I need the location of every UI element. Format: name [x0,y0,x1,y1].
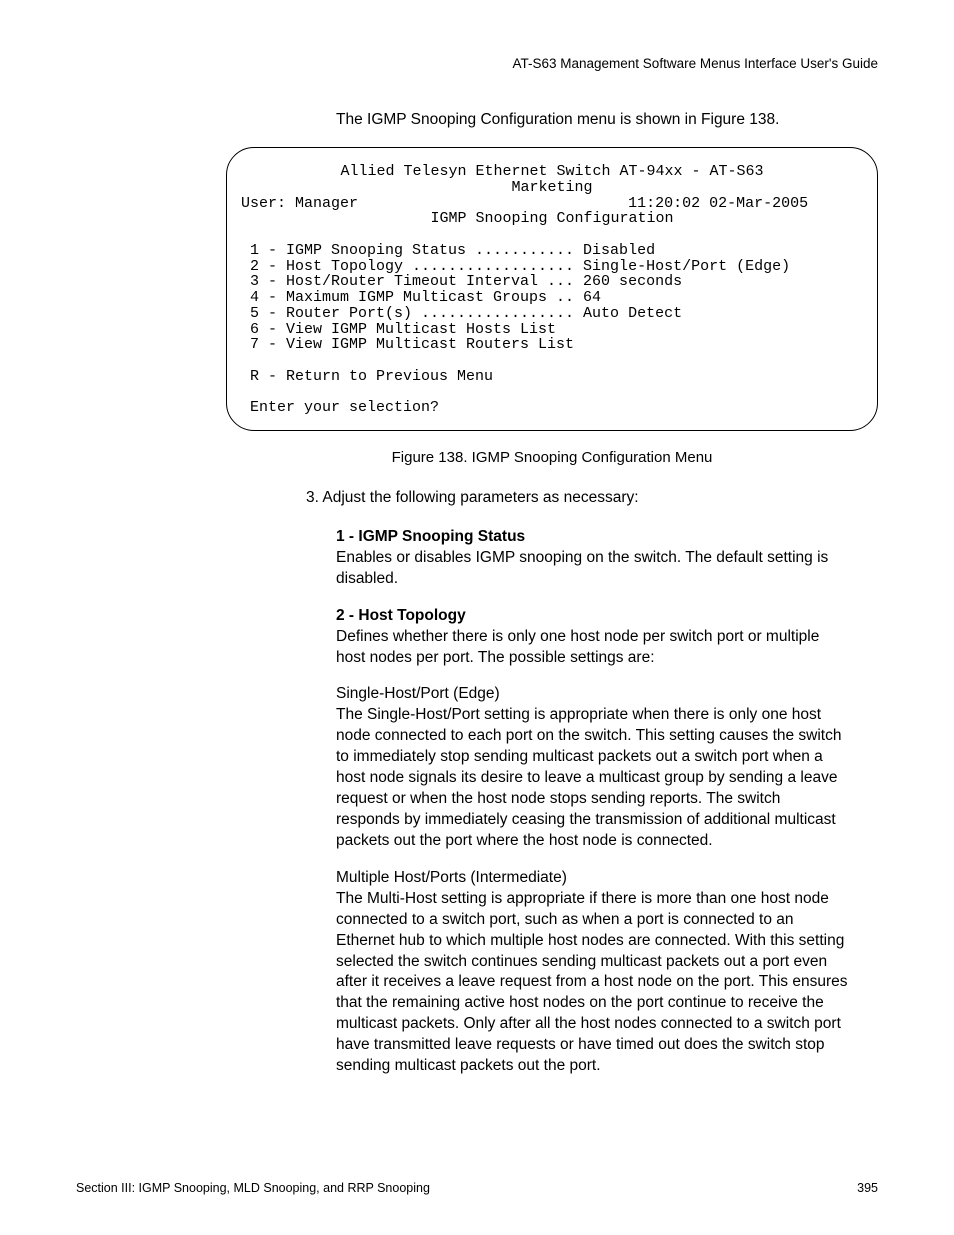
terminal-title-1: Allied Telesyn Ethernet Switch AT-94xx -… [241,164,863,180]
terminal-prompt: Enter your selection? [241,400,863,416]
multi-host-body: The Multi-Host setting is appropriate if… [336,889,848,1077]
option-2-heading: 2 - Host Topology [336,606,848,627]
option-2-block: 2 - Host Topology Defines whether there … [336,606,848,669]
terminal-return: R - Return to Previous Menu [241,369,863,385]
option-1-heading: 1 - IGMP Snooping Status [336,527,848,548]
terminal-item-1: 1 - IGMP Snooping Status ........... Dis… [241,243,863,259]
step-3: 3. Adjust the following parameters as ne… [306,488,848,509]
single-host-heading: Single-Host/Port (Edge) [336,684,848,705]
terminal-menu-title: IGMP Snooping Configuration [241,211,863,227]
intro-text: The IGMP Snooping Configuration menu is … [336,111,878,129]
single-host-body: The Single-Host/Port setting is appropri… [336,705,848,851]
multi-host-heading: Multiple Host/Ports (Intermediate) [336,868,848,889]
terminal-menu-box: Allied Telesyn Ethernet Switch AT-94xx -… [226,147,878,431]
footer-page-number: 395 [857,1181,878,1195]
multi-host-block: Multiple Host/Ports (Intermediate) The M… [336,868,848,1077]
single-host-block: Single-Host/Port (Edge) The Single-Host/… [336,684,848,851]
terminal-item-3: 3 - Host/Router Timeout Interval ... 260… [241,274,863,290]
terminal-item-4: 4 - Maximum IGMP Multicast Groups .. 64 [241,290,863,306]
footer-section: Section III: IGMP Snooping, MLD Snooping… [76,1181,430,1195]
terminal-user: User: Manager [241,195,358,212]
terminal-user-line: User: Manager 11:20:02 02-Mar-2005 [241,196,863,212]
figure-caption: Figure 138. IGMP Snooping Configuration … [226,449,878,466]
option-2-body: Defines whether there is only one host n… [336,627,848,669]
terminal-item-5: 5 - Router Port(s) ................. Aut… [241,306,863,322]
option-1-body: Enables or disables IGMP snooping on the… [336,548,848,590]
page-footer: Section III: IGMP Snooping, MLD Snooping… [76,1181,878,1195]
page: AT-S63 Management Software Menus Interfa… [0,0,954,1235]
terminal-item-2: 2 - Host Topology .................. Sin… [241,259,863,275]
terminal-spacer [358,195,628,212]
terminal-item-6: 6 - View IGMP Multicast Hosts List [241,322,863,338]
terminal-timestamp: 11:20:02 02-Mar-2005 [628,195,808,212]
terminal-title-2: Marketing [241,180,863,196]
terminal-item-7: 7 - View IGMP Multicast Routers List [241,337,863,353]
running-header: AT-S63 Management Software Menus Interfa… [76,56,878,71]
option-1-block: 1 - IGMP Snooping Status Enables or disa… [336,527,848,590]
